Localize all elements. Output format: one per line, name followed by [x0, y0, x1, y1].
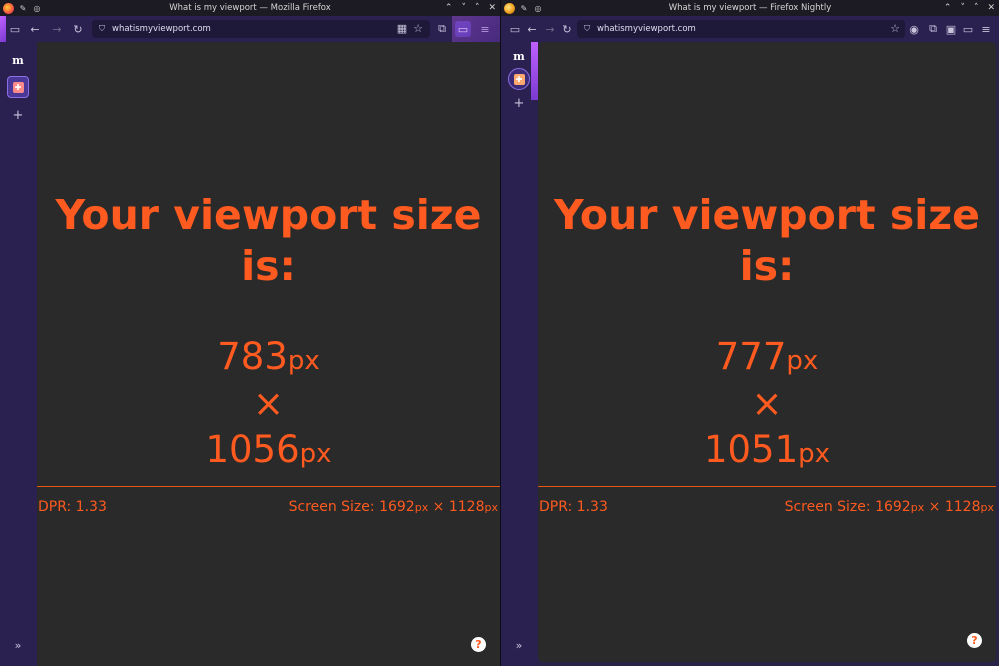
- sidebar: m ✚ + »: [0, 42, 37, 666]
- extension-icon: ✚: [12, 81, 24, 93]
- extension-icon: ✚: [513, 73, 525, 85]
- window-title: What is my viewport — Mozilla Firefox: [169, 3, 331, 13]
- reload-icon[interactable]: ↻: [70, 21, 86, 37]
- height-unit: px: [798, 439, 831, 469]
- star-icon[interactable]: ☆: [410, 21, 426, 37]
- apps-grid-icon[interactable]: ▦: [394, 21, 410, 37]
- viewport-height: 1056px: [37, 428, 500, 476]
- viewport-height: 1051px: [538, 428, 996, 476]
- url-bar[interactable]: ⛉ whatismyviewport.com ▦ ☆: [92, 20, 430, 38]
- add-panel-icon[interactable]: +: [7, 104, 29, 126]
- times-sign: ×: [751, 382, 783, 425]
- height-value: 1051: [703, 428, 799, 471]
- sidebar-panel-icon[interactable]: ▭: [960, 21, 976, 37]
- theme-accent: [452, 16, 500, 42]
- minimize-icon[interactable]: ˅: [461, 3, 466, 13]
- puzzle-icon[interactable]: ⧉: [925, 21, 941, 37]
- sidebar: m ✚ + »: [501, 42, 538, 666]
- divider-line: [37, 486, 500, 487]
- viewport-width: 783px: [37, 335, 500, 383]
- titlebar[interactable]: ✎ ◎ What is my viewport — Mozilla Firefo…: [0, 0, 500, 16]
- keep-above-icon[interactable]: ⌃: [944, 3, 952, 13]
- screen-size-text: Screen Size: 1692px × 1128px: [784, 499, 994, 515]
- width-value: 777: [715, 335, 787, 378]
- shield-icon[interactable]: ⛉: [97, 23, 107, 35]
- forward-arrow-icon[interactable]: →: [542, 21, 558, 37]
- expand-sidebar-icon[interactable]: »: [508, 634, 530, 656]
- page-content: Your viewport size is: 777px × 1051px DP…: [538, 42, 996, 662]
- back-arrow-icon[interactable]: ←: [524, 21, 540, 37]
- divider-line: [538, 486, 996, 487]
- account-icon[interactable]: ◉: [906, 21, 922, 37]
- times-sign: ×: [252, 382, 284, 425]
- close-icon[interactable]: ✕: [987, 3, 995, 13]
- help-button[interactable]: ?: [471, 637, 486, 652]
- sidebar-extension-button[interactable]: ✚: [508, 68, 530, 90]
- dpr-text: DPR: 1.33: [38, 499, 107, 515]
- sidebar-extension-button[interactable]: ✚: [7, 76, 29, 98]
- puzzle-icon[interactable]: ⧉: [434, 21, 450, 37]
- maximize-icon[interactable]: ˄: [974, 3, 979, 13]
- star-icon[interactable]: ☆: [887, 21, 903, 37]
- url-text: whatismyviewport.com: [597, 24, 696, 34]
- nav-toolbar: ▭ ← → ↻ ⛉ whatismyviewport.com ☆ ◉ ⧉ ▣ ▭…: [501, 16, 999, 42]
- back-arrow-icon[interactable]: ←: [27, 21, 43, 37]
- titlebar[interactable]: ✎ ◎ What is my viewport — Firefox Nightl…: [501, 0, 999, 16]
- theme-accent: [531, 42, 538, 100]
- firefox-window: ✎ ◎ What is my viewport — Mozilla Firefo…: [0, 0, 500, 666]
- height-value: 1056: [205, 428, 300, 471]
- shield-icon[interactable]: ⛉: [582, 23, 592, 35]
- sidebar-medium-icon[interactable]: m: [508, 45, 530, 67]
- page-heading: Your viewport size is:: [554, 191, 980, 290]
- viewport-width: 777px: [538, 335, 996, 383]
- theme-accent: [0, 16, 6, 42]
- width-unit: px: [287, 346, 320, 376]
- keep-above-icon[interactable]: ⌃: [445, 3, 453, 13]
- firefox-nightly-window: ✎ ◎ What is my viewport — Firefox Nightl…: [501, 0, 999, 666]
- expand-sidebar-icon[interactable]: »: [7, 634, 29, 656]
- hamburger-icon[interactable]: ≡: [978, 21, 994, 37]
- page-content: Your viewport size is: 783px × 1056px DP…: [37, 42, 500, 666]
- sidebar-toggle-icon[interactable]: ▭: [507, 21, 523, 37]
- forward-arrow-icon[interactable]: →: [49, 21, 65, 37]
- nav-toolbar: ▭ ← → ↻ ⛉ whatismyviewport.com ▦ ☆ ⧉ ▭ ≡: [0, 16, 500, 42]
- close-icon[interactable]: ✕: [488, 3, 496, 13]
- url-text: whatismyviewport.com: [112, 24, 211, 34]
- minimize-icon[interactable]: ˅: [960, 3, 965, 13]
- maximize-icon[interactable]: ˄: [475, 3, 480, 13]
- screen-size-text: Screen Size: 1692px × 1128px: [288, 499, 498, 515]
- sidebar-medium-icon[interactable]: m: [7, 49, 29, 71]
- window-title: What is my viewport — Firefox Nightly: [668, 3, 832, 13]
- dpr-text: DPR: 1.33: [539, 499, 608, 515]
- width-unit: px: [786, 346, 819, 376]
- add-panel-icon[interactable]: +: [508, 92, 530, 114]
- width-value: 783: [217, 335, 288, 378]
- url-bar[interactable]: ⛉ whatismyviewport.com ☆: [577, 20, 905, 38]
- page-heading: Your viewport size is:: [55, 191, 482, 290]
- help-button[interactable]: ?: [967, 633, 982, 648]
- height-unit: px: [299, 439, 332, 469]
- sidebar-toggle-icon[interactable]: ▭: [7, 21, 23, 37]
- reload-icon[interactable]: ↻: [559, 21, 575, 37]
- container-icon[interactable]: ▣: [943, 21, 959, 37]
